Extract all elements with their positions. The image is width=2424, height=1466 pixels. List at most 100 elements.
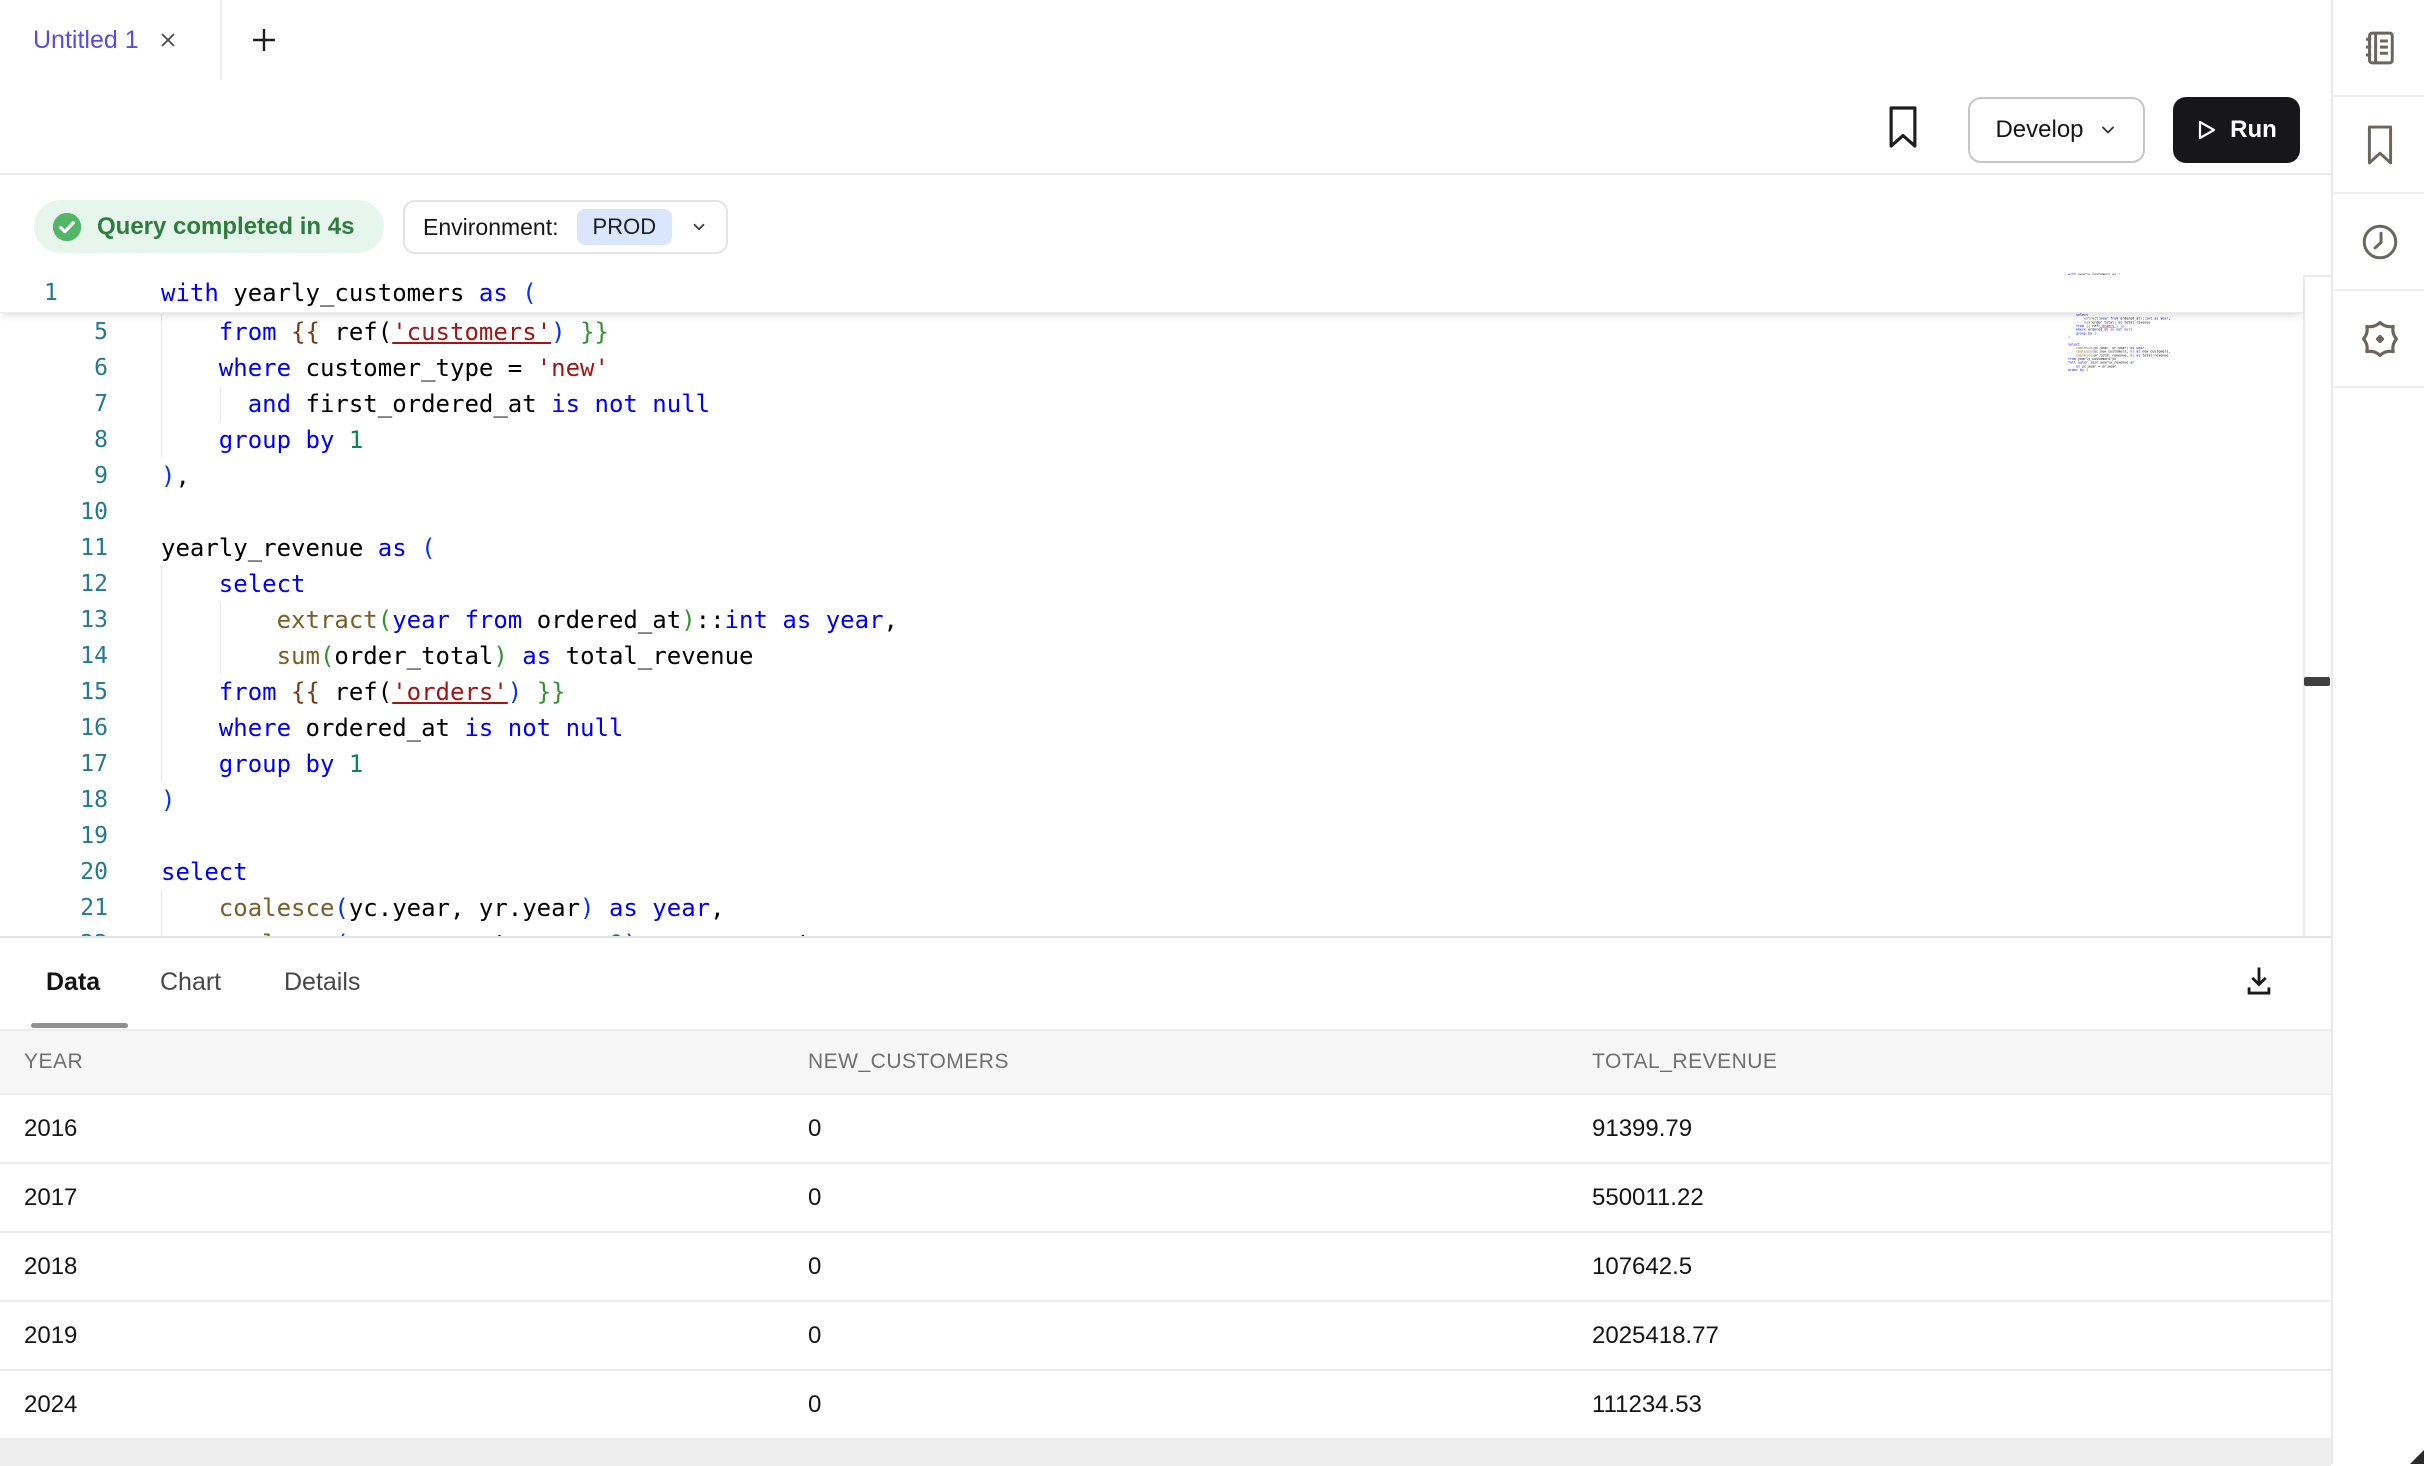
code-text: group by 1: [161, 422, 363, 458]
table-cell: 2016: [24, 1095, 77, 1164]
line-number: 7: [0, 386, 108, 422]
table-row[interactable]: 20170550011.22: [0, 1164, 2331, 1233]
code-text: select: [161, 566, 306, 602]
table-cell: 2017: [24, 1164, 77, 1233]
right-icon-sidebar: [2331, 0, 2424, 1464]
code-line-22[interactable]: 22 coalesce(yc.new_customers, 0) as new_…: [0, 926, 2303, 936]
code-line-11[interactable]: 11yearly_revenue as (: [0, 530, 2303, 566]
table-row[interactable]: 201902025418.77: [0, 1302, 2331, 1371]
line-number: 8: [0, 422, 108, 458]
code-text: with yearly_customers as (: [161, 275, 537, 311]
code-line-9[interactable]: 9),: [0, 458, 2303, 494]
line-number: 14: [0, 638, 108, 674]
table-bottom-scroll-track[interactable]: [0, 1440, 2331, 1466]
code-line-6[interactable]: 6 where customer_type = 'new': [0, 350, 2303, 386]
column-header-year: YEAR: [24, 1031, 83, 1097]
editor-right-divider: [2303, 275, 2305, 936]
table-cell: 111234.53: [1592, 1371, 1702, 1440]
query-status-pill: Query completed in 4s: [34, 200, 384, 253]
line-number: 6: [0, 350, 108, 386]
scrollbar-thumb[interactable]: [2304, 677, 2330, 686]
editor-strip-border: [2303, 275, 2331, 277]
line-number: 16: [0, 710, 108, 746]
chevron-down-icon: [690, 218, 708, 236]
environment-label: Environment:: [423, 214, 559, 241]
code-line-10[interactable]: 10: [0, 494, 2303, 530]
table-cell: 0: [808, 1371, 821, 1440]
code-line-7[interactable]: 7 and first_ordered_at is not null: [0, 386, 2303, 422]
line-number: 1: [0, 275, 120, 311]
dbt-logo-icon: [2358, 317, 2402, 361]
code-line-15[interactable]: 15 from {{ ref('orders') }}: [0, 674, 2303, 710]
table-header-row: YEARNEW_CUSTOMERSTOTAL_REVENUE: [0, 1029, 2331, 1095]
code-text: coalesce(yc.new_customers, 0) as new_cus…: [161, 926, 898, 936]
code-text: extract(year from ordered_at)::int as ye…: [161, 602, 898, 638]
code-text: where customer_type = 'new': [161, 350, 609, 386]
sidebar-item-notebook[interactable]: [2333, 0, 2424, 97]
sticky-scroll-line[interactable]: 1 with yearly_customers as (: [0, 275, 2303, 313]
new-tab-button[interactable]: [238, 14, 290, 66]
code-line-13[interactable]: 13 extract(year from ordered_at)::int as…: [0, 602, 2303, 638]
tab-chart[interactable]: Chart: [160, 938, 221, 1027]
code-line-17[interactable]: 17 group by 1: [0, 746, 2303, 782]
table-cell: 2018: [24, 1233, 77, 1302]
line-number: 5: [0, 314, 108, 350]
code-line-12[interactable]: 12 select: [0, 566, 2303, 602]
code-line-19[interactable]: 19: [0, 818, 2303, 854]
environment-selector[interactable]: Environment: PROD: [403, 200, 728, 254]
run-button[interactable]: Run: [2173, 97, 2300, 163]
line-number: 10: [0, 494, 108, 530]
table-cell: 0: [808, 1302, 821, 1371]
tab-untitled-1[interactable]: Untitled 1: [0, 0, 222, 80]
line-number: 17: [0, 746, 108, 782]
download-results-button[interactable]: [2236, 958, 2282, 1004]
active-tab-indicator: [31, 1023, 128, 1028]
download-icon: [2242, 964, 2276, 998]
code-line-14[interactable]: 14 sum(order_total) as total_revenue: [0, 638, 2303, 674]
code-text: from {{ ref('orders') }}: [161, 674, 566, 710]
code-text: select: [161, 854, 248, 890]
code-line-20[interactable]: 20select: [0, 854, 2303, 890]
code-line-8[interactable]: 8 group by 1: [0, 422, 2303, 458]
sidebar-item-dbt[interactable]: [2333, 291, 2424, 388]
line-number: 21: [0, 890, 108, 926]
table-row[interactable]: 2016091399.79: [0, 1095, 2331, 1164]
table-cell: 2019: [24, 1302, 77, 1371]
check-circle-icon: [50, 210, 84, 244]
code-line-18[interactable]: 18): [0, 782, 2303, 818]
close-tab-icon[interactable]: [157, 29, 179, 51]
code-text: and first_ordered_at is not null: [161, 386, 710, 422]
code-text: coalesce(yc.year, yr.year) as year,: [161, 890, 725, 926]
code-line-16[interactable]: 16 where ordered_at is not null: [0, 710, 2303, 746]
table-cell: 0: [808, 1095, 821, 1164]
tab-bar: Untitled 1: [0, 0, 2331, 82]
code-line-21[interactable]: 21 coalesce(yc.year, yr.year) as year,: [0, 890, 2303, 926]
table-cell: 0: [808, 1164, 821, 1233]
table-cell: 0: [808, 1233, 821, 1302]
query-status-text: Query completed in 4s: [97, 213, 354, 241]
sql-ide-app: { "tab_bar": { "tabs": [ { "label": "Unt…: [0, 0, 2424, 1464]
sql-code-editor[interactable]: 5 from {{ ref('customers') }}6 where cus…: [0, 275, 2303, 936]
table-row[interactable]: 20180107642.5: [0, 1233, 2331, 1302]
line-number: 13: [0, 602, 108, 638]
line-number: 18: [0, 782, 108, 818]
column-header-total_revenue: TOTAL_REVENUE: [1592, 1031, 1777, 1097]
resize-corner-grip[interactable]: [2410, 1450, 2424, 1464]
tab-data[interactable]: Data: [46, 938, 100, 1027]
code-text: sum(order_total) as total_revenue: [161, 638, 753, 674]
bookmark-button[interactable]: [1884, 104, 1922, 150]
bookmark-icon: [2360, 123, 2400, 167]
code-line-5[interactable]: 5 from {{ ref('customers') }}: [0, 314, 2303, 350]
tab-title: Untitled 1: [33, 26, 139, 55]
table-row[interactable]: 20240111234.53: [0, 1371, 2331, 1440]
sidebar-item-history[interactable]: [2333, 194, 2424, 291]
chevron-down-icon: [2098, 120, 2118, 140]
sidebar-item-bookmarks[interactable]: [2333, 97, 2424, 194]
line-number: 11: [0, 530, 108, 566]
code-text: from {{ ref('customers') }}: [161, 314, 609, 350]
plus-icon: [249, 25, 279, 55]
tab-details[interactable]: Details: [284, 938, 360, 1027]
line-number: 22: [0, 926, 108, 936]
run-label: Run: [2230, 116, 2277, 144]
develop-dropdown-button[interactable]: Develop: [1968, 97, 2145, 163]
